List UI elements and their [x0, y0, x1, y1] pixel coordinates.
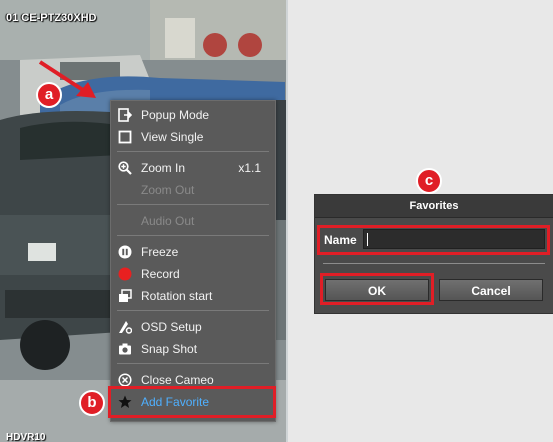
- menu-item-label: Rotation start: [141, 289, 213, 303]
- ok-button-highlight-frame: [320, 273, 434, 305]
- menu-item-record[interactable]: Record: [111, 264, 275, 284]
- menu-item-label: Record: [141, 267, 180, 281]
- menu-separator: [117, 363, 269, 364]
- menu-item-rotation-start[interactable]: Rotation start: [111, 286, 275, 306]
- callout-a-badge: a: [36, 82, 62, 108]
- menu-item-zoom-in[interactable]: Zoom In x1.1: [111, 158, 275, 178]
- camera-bottom-label: HDVR10: [6, 432, 46, 442]
- menu-separator: [117, 204, 269, 205]
- menu-separator: [117, 151, 269, 152]
- menu-item-label: Zoom In: [141, 161, 186, 175]
- rotation-icon: [119, 289, 132, 302]
- osd-icon: [119, 321, 132, 334]
- close-circle-icon: [118, 373, 132, 387]
- callout-c-badge: c: [416, 168, 442, 194]
- pause-icon: [118, 245, 132, 259]
- menu-item-label: Freeze: [141, 245, 179, 259]
- square-icon: [118, 130, 132, 144]
- dialog-title: Favorites: [315, 195, 553, 218]
- menu-item-popup-mode[interactable]: Popup Mode: [111, 105, 275, 125]
- menu-separator: [117, 310, 269, 311]
- cancel-button[interactable]: Cancel: [439, 279, 543, 301]
- camera-icon: [119, 343, 131, 355]
- menu-item-freeze[interactable]: Freeze: [111, 242, 275, 262]
- menu-item-label: Zoom Out: [141, 183, 195, 197]
- popup-icon: [118, 108, 132, 122]
- menu-item-label: View Single: [141, 130, 204, 144]
- menu-item-label: Audio Out: [141, 214, 195, 228]
- menu-item-label: OSD Setup: [141, 320, 202, 334]
- menu-item-zoom-out: Zoom Out: [111, 180, 275, 200]
- camera-title: 01 CE-PTZ30XHD: [6, 12, 97, 24]
- context-menu: Popup Mode View Single Zoom In x1.1 Zoom…: [110, 100, 276, 422]
- menu-item-snap-shot[interactable]: Snap Shot: [111, 339, 275, 359]
- zoom-in-icon: [118, 161, 132, 175]
- menu-item-label: Snap Shot: [141, 342, 198, 356]
- menu-item-osd-setup[interactable]: OSD Setup: [111, 317, 275, 337]
- add-favorite-highlight-frame: [108, 386, 276, 418]
- record-icon: [118, 267, 132, 281]
- menu-item-label: Popup Mode: [141, 108, 210, 122]
- menu-item-view-single[interactable]: View Single: [111, 127, 275, 147]
- menu-separator: [117, 235, 269, 236]
- zoom-level: x1.1: [238, 161, 261, 175]
- name-row-highlight-frame: [317, 225, 550, 255]
- callout-b-badge: b: [79, 390, 105, 416]
- dialog-separator: [323, 263, 545, 264]
- menu-item-audio-out: Audio Out: [111, 211, 275, 231]
